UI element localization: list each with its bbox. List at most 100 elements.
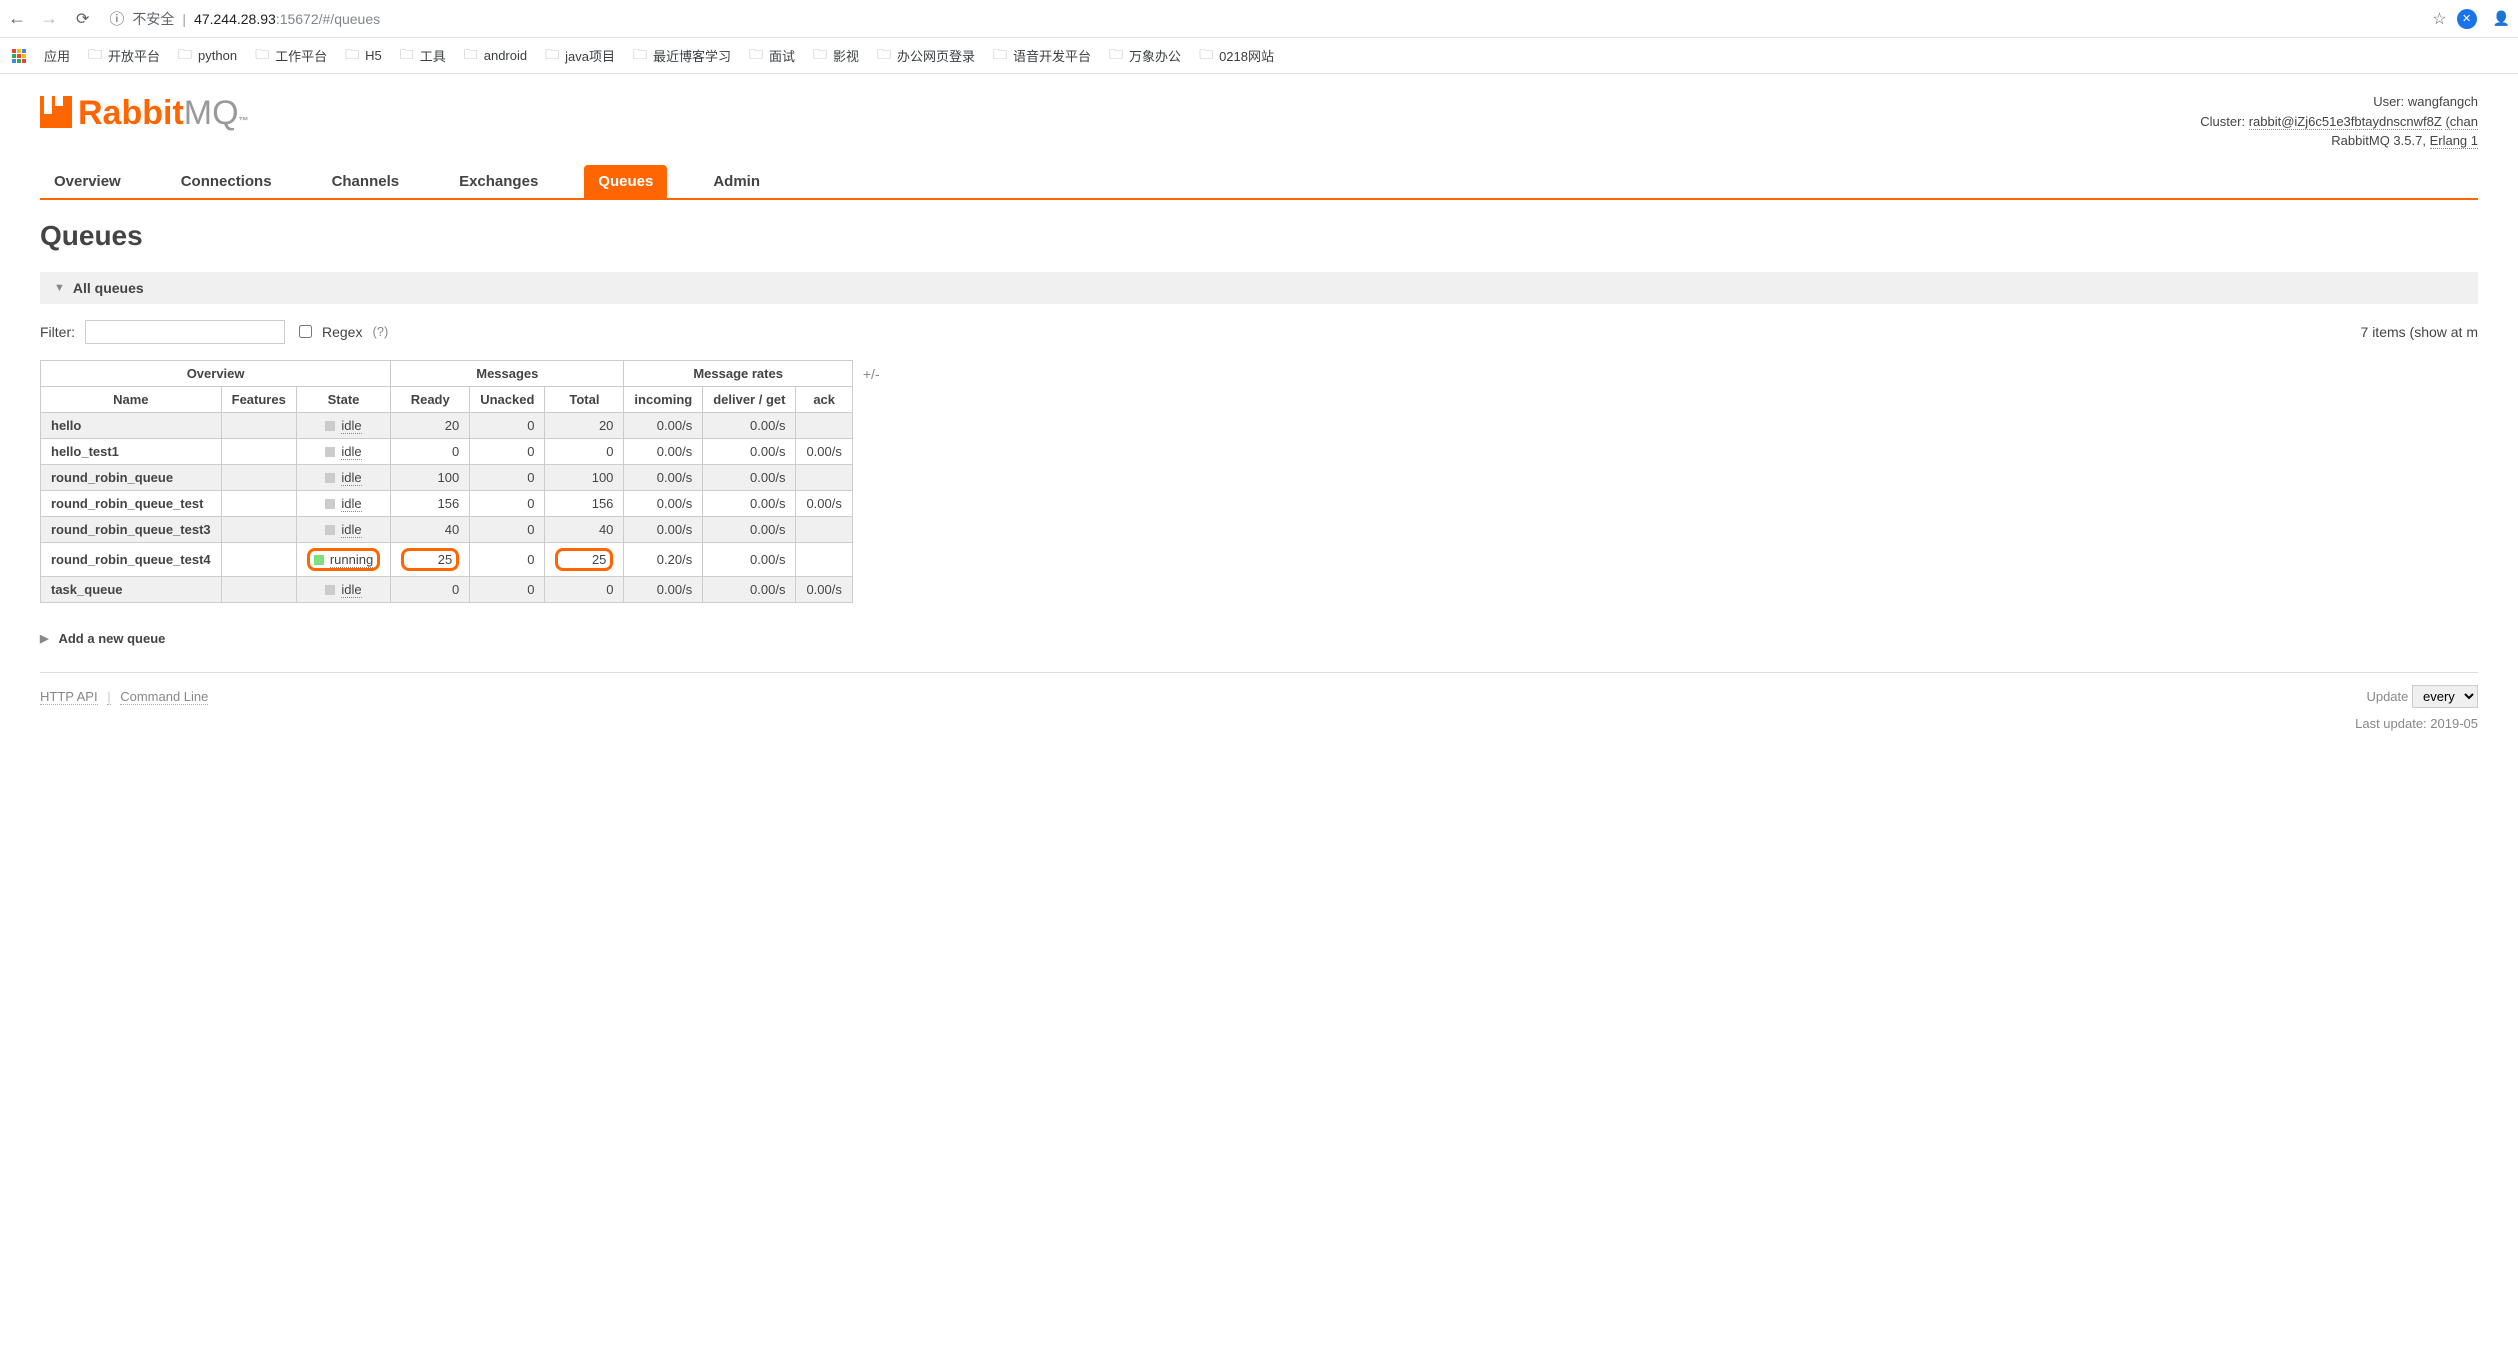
page-body: Queues ▼ All queues Filter: Regex (?) 7 … — [0, 200, 2518, 751]
page-title: Queues — [40, 220, 2478, 252]
change-link[interactable]: (chan — [2445, 114, 2478, 130]
bookmark-folder[interactable]: 🗀java项目 — [545, 44, 615, 68]
cell-state: idle — [296, 576, 390, 602]
bookmark-label: 开放平台 — [108, 46, 160, 65]
bookmark-folder[interactable]: 🗀工具 — [400, 44, 446, 68]
cell-name[interactable]: hello_test1 — [41, 438, 222, 464]
col-features[interactable]: Features — [221, 386, 296, 412]
plusminus-toggle[interactable]: +/- — [863, 360, 880, 382]
bookmark-label: java项目 — [565, 46, 615, 65]
cell-name[interactable]: round_robin_queue_test — [41, 490, 222, 516]
update-label: Update — [2366, 689, 2408, 704]
user-icon[interactable]: 👤 — [2493, 10, 2510, 27]
folder-icon: 🗀 — [464, 44, 478, 68]
bookmark-folder[interactable]: 🗀 开放平台 — [88, 44, 160, 68]
folder-icon: 🗀 — [813, 44, 827, 68]
http-api-link[interactable]: HTTP API — [40, 689, 98, 705]
bookmark-folder[interactable]: 🗀影视 — [813, 44, 859, 68]
cell-name[interactable]: task_queue — [41, 576, 222, 602]
globe-icon[interactable]: ✕ — [2457, 9, 2477, 29]
col-state[interactable]: State — [296, 386, 390, 412]
table-group-row: Overview Messages Message rates — [41, 360, 853, 386]
cell-unacked: 0 — [470, 490, 545, 516]
cell-name[interactable]: round_robin_queue — [41, 464, 222, 490]
url-bar[interactable]: ⓘ 不安全 | 47.244.28.93:15672/#/queues — [99, 8, 2422, 29]
tab-queues[interactable]: Queues — [584, 165, 667, 198]
col-ready[interactable]: Ready — [391, 386, 470, 412]
bookmark-folder[interactable]: 🗀工作平台 — [255, 44, 327, 68]
bookmark-folder[interactable]: 🗀最近博客学习 — [633, 44, 731, 68]
cell-deliver: 0.00/s — [703, 542, 796, 576]
bookmark-folder[interactable]: 🗀办公网页登录 — [877, 44, 975, 68]
bookmark-folder[interactable]: 🗀android — [464, 44, 527, 68]
cell-features — [221, 576, 296, 602]
cell-name[interactable]: round_robin_queue_test4 — [41, 542, 222, 576]
footer-sep: | — [107, 689, 110, 705]
bookmark-folder[interactable]: 🗀0218网站 — [1199, 44, 1274, 68]
regex-help[interactable]: (?) — [372, 324, 388, 339]
url-text: 47.244.28.93:15672/#/queues — [194, 11, 380, 27]
apps-icon[interactable] — [12, 49, 26, 63]
section-label: All queues — [73, 280, 144, 296]
cell-features — [221, 516, 296, 542]
logo-rabbit: Rabbit — [78, 94, 184, 133]
back-icon[interactable]: ← — [8, 8, 26, 29]
tab-channels[interactable]: Channels — [318, 165, 414, 198]
state-text: idle — [341, 470, 361, 486]
cell-features — [221, 490, 296, 516]
col-incoming[interactable]: incoming — [624, 386, 703, 412]
bookmark-folder[interactable]: 🗀H5 — [345, 44, 382, 68]
tab-exchanges[interactable]: Exchanges — [445, 165, 552, 198]
bookmark-folder[interactable]: 🗀语音开发平台 — [993, 44, 1091, 68]
erlang-link[interactable]: Erlang 1 — [2430, 133, 2478, 149]
regex-checkbox[interactable] — [299, 325, 312, 338]
col-unacked[interactable]: Unacked — [470, 386, 545, 412]
col-ack[interactable]: ack — [796, 386, 852, 412]
cell-name[interactable]: hello — [41, 412, 222, 438]
tab-connections[interactable]: Connections — [167, 165, 286, 198]
add-queue-label: Add a new queue — [58, 631, 165, 646]
state-dot-icon — [314, 555, 324, 565]
filter-input[interactable] — [85, 320, 285, 344]
table-row: task_queueidle0000.00/s0.00/s0.00/s — [41, 576, 853, 602]
folder-icon: 🗀 — [749, 44, 763, 68]
rabbit-icon — [40, 96, 72, 128]
cell-total: 20 — [545, 412, 624, 438]
info-icon[interactable]: ⓘ — [109, 8, 124, 29]
cmd-line-link[interactable]: Command Line — [120, 689, 208, 705]
filter-row: Filter: Regex (?) 7 items (show at m — [40, 320, 2478, 344]
state-dot-icon — [325, 421, 335, 431]
cell-state: idle — [296, 412, 390, 438]
bookmark-folder[interactable]: 🗀python — [178, 44, 237, 68]
forward-icon[interactable]: → — [40, 8, 58, 29]
reload-icon[interactable]: ⟳ — [76, 9, 89, 29]
group-messages: Messages — [391, 360, 624, 386]
update-select[interactable]: every — [2412, 685, 2478, 708]
col-name[interactable]: Name — [41, 386, 222, 412]
cell-deliver: 0.00/s — [703, 412, 796, 438]
cell-ack — [796, 412, 852, 438]
cell-ready: 25 — [391, 542, 470, 576]
col-total[interactable]: Total — [545, 386, 624, 412]
queues-table: Overview Messages Message rates NameFeat… — [40, 360, 853, 603]
tab-overview[interactable]: Overview — [40, 165, 135, 198]
folder-icon: 🗀 — [88, 44, 102, 68]
bookmark-folder[interactable]: 🗀万象办公 — [1109, 44, 1181, 68]
filter-label: Filter: — [40, 324, 75, 340]
cluster-link[interactable]: rabbit@iZj6c51e3fbtaydnscnwf8Z — [2249, 114, 2442, 130]
section-all-queues[interactable]: ▼ All queues — [40, 272, 2478, 304]
apps-label[interactable]: 应用 — [44, 46, 70, 65]
url-sep: | — [182, 11, 186, 27]
cell-ack: 0.00/s — [796, 438, 852, 464]
add-queue-section[interactable]: ▶ Add a new queue — [40, 631, 2478, 646]
tab-admin[interactable]: Admin — [699, 165, 774, 198]
footer-left: HTTP API | Command Line — [40, 689, 208, 704]
cell-name[interactable]: round_robin_queue_test3 — [41, 516, 222, 542]
col-deliver-get[interactable]: deliver / get — [703, 386, 796, 412]
cell-total: 0 — [545, 576, 624, 602]
bookmark-folder[interactable]: 🗀面试 — [749, 44, 795, 68]
cell-deliver: 0.00/s — [703, 464, 796, 490]
rabbitmq-logo[interactable]: RabbitMQ™ — [40, 92, 249, 133]
folder-icon: 🗀 — [877, 44, 891, 68]
star-icon[interactable]: ☆ — [2432, 9, 2446, 29]
